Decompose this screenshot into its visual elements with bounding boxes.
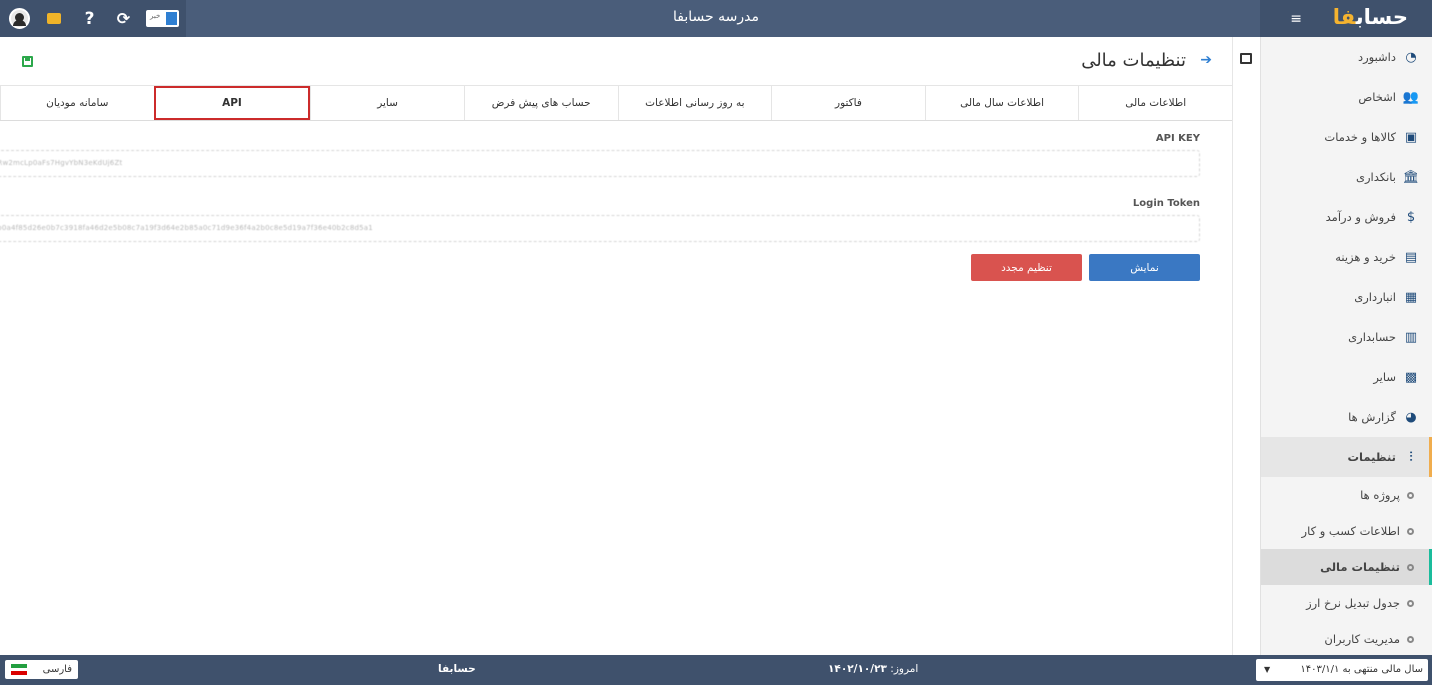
- bank-icon: 🏛: [1402, 169, 1420, 185]
- iran-flag-icon: [11, 664, 27, 675]
- app-title: مدرسه حسابفا: [673, 9, 759, 25]
- bullet-icon: [1407, 635, 1414, 643]
- page-header: ➔ تنظیمات مالی: [0, 37, 1232, 86]
- ledger-icon: ▥: [1404, 329, 1418, 345]
- bullet-icon: [1407, 599, 1414, 607]
- sidebar-subitem-user-management[interactable]: مدیریت کاربران: [1261, 621, 1432, 657]
- bullet-icon: [1407, 491, 1414, 499]
- sidebar-item-misc[interactable]: ▩ سایر: [1261, 357, 1432, 397]
- bullet-icon: [1407, 527, 1414, 535]
- sidebar-item-banking[interactable]: 🏛 بانکداری: [1261, 157, 1432, 197]
- panel-column: [1232, 37, 1260, 655]
- sidebar-item-sales[interactable]: $ فروش و درآمد: [1261, 197, 1432, 237]
- show-button[interactable]: نمایش: [1089, 254, 1200, 281]
- back-arrow-icon[interactable]: ➔: [1200, 52, 1212, 68]
- sidebar-subitem-business-info[interactable]: اطلاعات کسب و کار: [1261, 513, 1432, 549]
- report-icon: ◕: [1405, 409, 1417, 425]
- sidebar: ◔ داشبورد 👥 اشخاص ▣ کالاها و خدمات 🏛 بانکدار…: [1260, 37, 1432, 655]
- reset-button[interactable]: تنظیم مجدد: [971, 254, 1082, 281]
- sidebar-item-people[interactable]: 👥 اشخاص: [1261, 77, 1432, 117]
- page-title: تنظیمات مالی: [1081, 50, 1186, 71]
- sidebar-item-dashboard[interactable]: ◔ داشبورد: [1261, 37, 1432, 77]
- top-bar: ? ⟳ خبر مدرسه حسابفا حسابفا ≡: [0, 0, 1432, 37]
- tab-bar: اطلاعات مالی اطلاعات سال مالی فاکتور به …: [0, 86, 1232, 121]
- tab-other[interactable]: سایر: [310, 86, 464, 120]
- panel-toggle-icon[interactable]: [1240, 53, 1252, 64]
- sidebar-subitem-financial-settings[interactable]: تنظیمات مالی: [1261, 549, 1432, 585]
- api-key-field[interactable]: xqTn84Rw2mcLp0aFs7HgvYbN3eKdUj6Zt: [0, 150, 1200, 177]
- today-date: امروز: ۱۴۰۲/۱۰/۲۳: [828, 663, 919, 675]
- footer: فارسی حسابفا امروز: ۱۴۰۲/۱۰/۲۳ سال مالی …: [0, 655, 1432, 685]
- misc-icon: ▩: [1404, 369, 1418, 385]
- fiscal-year-select[interactable]: سال مالی منتهی به ۱۴۰۳/۱/۱ ▼: [1256, 659, 1428, 681]
- sales-icon: $: [1406, 209, 1416, 225]
- sidebar-item-settings[interactable]: ⫶ تنظیمات: [1261, 437, 1432, 477]
- sidebar-item-reports[interactable]: ◕ گزارش ها: [1261, 397, 1432, 437]
- chevron-down-icon: ▼: [1264, 665, 1271, 674]
- sidebar-item-purchases[interactable]: ▤ خرید و هزینه: [1261, 237, 1432, 277]
- logo-area: حسابفا ≡: [1260, 0, 1432, 37]
- tab-data-update[interactable]: به روز رسانی اطلاعات: [617, 86, 772, 120]
- sidebar-subitem-currency-rates[interactable]: جدول تبدیل نرخ ارز: [1261, 585, 1432, 621]
- tab-taxpayer-system[interactable]: سامانه مودیان: [0, 86, 154, 120]
- logo[interactable]: حسابفا: [1333, 5, 1408, 29]
- language-label: فارسی: [42, 664, 72, 675]
- settings-sliders-icon: ⫶: [1409, 449, 1413, 465]
- wallet-icon: ▤: [1404, 249, 1418, 265]
- login-token-field[interactable]: 7c1e93b0a4f85d26e0b7c3918fa46d2e5b08c7a1…: [0, 215, 1200, 242]
- tab-financial-info[interactable]: اطلاعات مالی: [1078, 86, 1232, 120]
- dashboard-icon: ◔: [1405, 49, 1417, 65]
- warehouse-icon: ▦: [1404, 289, 1418, 305]
- fiscal-year-value: سال مالی منتهی به ۱۴۰۳/۱/۱: [1300, 664, 1423, 675]
- sidebar-item-products[interactable]: ▣ کالاها و خدمات: [1261, 117, 1432, 157]
- tab-fiscal-year-info[interactable]: اطلاعات سال مالی: [924, 86, 1079, 120]
- sidebar-item-accounting[interactable]: ▥ حسابداری: [1261, 317, 1432, 357]
- tab-api[interactable]: API: [153, 86, 311, 120]
- box-icon: ▣: [1404, 129, 1418, 145]
- sidebar-subitem-projects[interactable]: پروژه ها: [1261, 477, 1432, 513]
- bullet-icon: [1407, 563, 1414, 571]
- save-icon[interactable]: [22, 56, 33, 67]
- sidebar-item-warehouse[interactable]: ▦ انبارداری: [1261, 277, 1432, 317]
- language-selector[interactable]: فارسی: [5, 660, 78, 679]
- login-token-label: Login Token: [1132, 198, 1200, 209]
- main-content: ➔ تنظیمات مالی اطلاعات مالی اطلاعات سال …: [0, 37, 1232, 655]
- tab-invoice[interactable]: فاکتور: [771, 86, 925, 120]
- api-key-label: API KEY: [1155, 133, 1200, 144]
- menu-toggle-icon[interactable]: ≡: [1290, 11, 1302, 27]
- people-icon: 👥: [1402, 89, 1420, 105]
- footer-brand: حسابفا: [438, 663, 476, 675]
- tab-default-accounts[interactable]: حساب های پیش فرض: [463, 86, 618, 120]
